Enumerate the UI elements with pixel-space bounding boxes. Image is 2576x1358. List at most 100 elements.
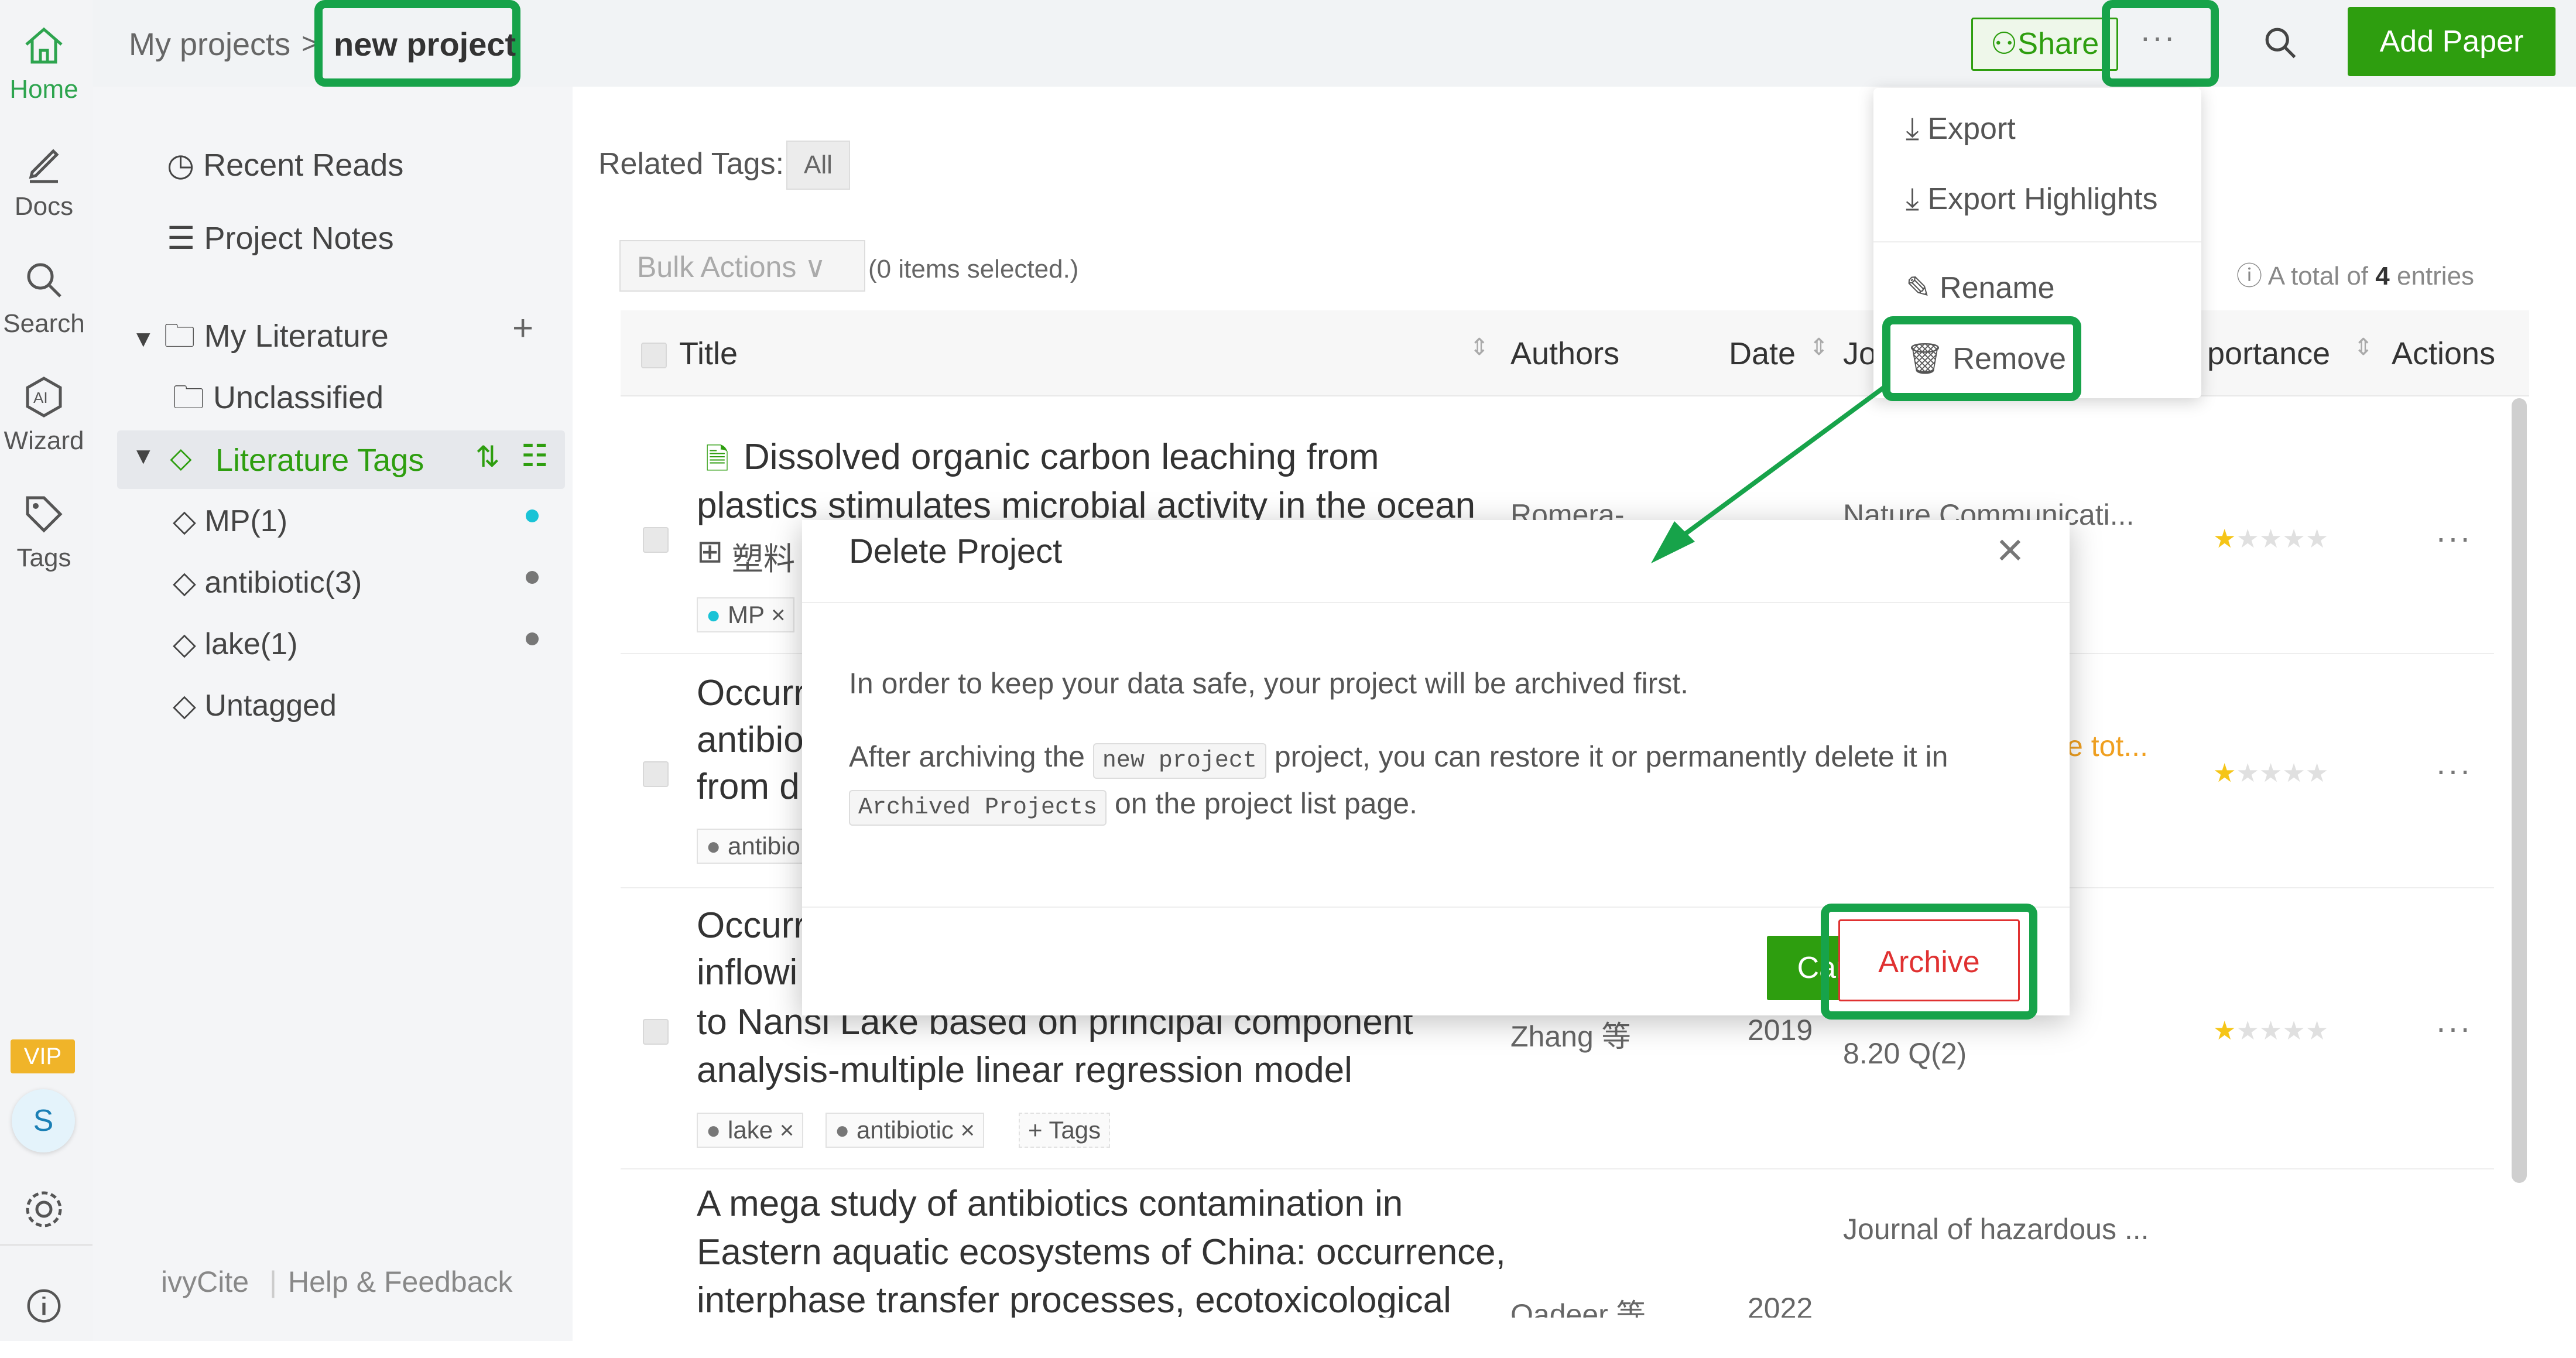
info-icon: ⓘ	[2236, 262, 2262, 290]
archive-button[interactable]: Archive	[1838, 919, 2020, 1001]
col-journal[interactable]: Jo	[1843, 336, 1876, 372]
project-notes-item[interactable]: ☰ Project Notes	[167, 220, 394, 256]
share-button[interactable]: ⚇Share	[1971, 18, 2118, 71]
ai-icon: AI	[26, 377, 62, 418]
nav-docs[interactable]: Docs	[0, 139, 88, 221]
row-date: 2022	[1748, 1292, 1813, 1318]
importance-rating[interactable]: ★★★★★	[2213, 758, 2328, 788]
col-title[interactable]: Title	[679, 336, 738, 372]
row-title-line[interactable]: Dissolved organic carbon leaching from	[744, 436, 1379, 478]
row-checkbox[interactable]	[643, 1019, 669, 1045]
more-button[interactable]: ···	[2140, 18, 2176, 56]
add-tag-button[interactable]: + Tags	[1019, 1113, 1111, 1148]
menu-export-highlights[interactable]: ⤓ Export Highlights	[1906, 182, 2158, 217]
sort-list-icon[interactable]: ☷	[521, 439, 549, 474]
tag-icon: ◇	[173, 627, 196, 661]
nav-wizard-label: Wizard	[4, 426, 84, 455]
row-tag-label: MP ×	[728, 601, 786, 628]
menu-divider	[1873, 241, 2201, 242]
tag-item-mp[interactable]: ◇ MP(1)	[173, 504, 287, 539]
tag-icon: ◇	[173, 689, 196, 723]
menu-export[interactable]: ⤓ Export	[1906, 111, 2016, 147]
related-tag-all[interactable]: All	[786, 141, 850, 190]
tag-item-lake[interactable]: ◇ lake(1)	[173, 627, 297, 662]
row-title-line[interactable]: Occurr	[697, 905, 806, 946]
recent-reads-item[interactable]: ◷ Recent Reads	[167, 146, 403, 183]
sort-icon[interactable]: ⇕	[2354, 334, 2373, 361]
menu-rename[interactable]: ✎ Rename	[1906, 271, 2055, 306]
table-scrollbar[interactable]	[2512, 398, 2527, 1183]
row-title-line[interactable]: from d	[697, 766, 800, 808]
row-tag-chip[interactable]: ● antibio	[697, 829, 810, 864]
tag-item-untagged[interactable]: ◇ Untagged	[173, 688, 337, 723]
breadcrumb-root[interactable]: My projects	[129, 26, 290, 63]
row-title-line[interactable]: inflowi	[697, 952, 797, 993]
tag-icon: ◇	[173, 566, 196, 600]
table-row[interactable]: A mega study of antibiotics contaminatio…	[621, 1168, 2494, 1318]
row-journal: 8.20 Q(2)	[1843, 1037, 1967, 1070]
tag-dot: ●	[706, 601, 721, 628]
row-tag-chip[interactable]: ● MP ×	[697, 597, 795, 632]
row-title-line[interactable]: Occurr	[697, 672, 806, 714]
col-date[interactable]: Date	[1729, 336, 1796, 372]
dialog-message-2: After archiving the new project project,…	[849, 740, 1948, 779]
nav-home[interactable]: Home	[0, 22, 88, 104]
importance-rating[interactable]: ★★★★★	[2213, 524, 2328, 554]
row-title-line[interactable]: interphase transfer processes, ecotoxico…	[697, 1280, 1451, 1318]
importance-rating[interactable]: ★★★★★	[2213, 1016, 2328, 1046]
row-checkbox[interactable]	[643, 761, 669, 787]
nav-wizard[interactable]: AI Wizard	[0, 374, 88, 456]
bulk-actions-select[interactable]: Bulk Actions ∨	[619, 240, 865, 292]
dialog-title: Delete Project	[849, 532, 1063, 570]
row-title-line[interactable]: antibio	[697, 719, 804, 761]
vip-badge[interactable]: VIP	[11, 1039, 75, 1073]
row-tag-chip[interactable]: ● lake ×	[697, 1113, 804, 1148]
add-paper-button[interactable]: Add Paper	[2348, 7, 2556, 76]
close-icon[interactable]: ×	[1996, 523, 2024, 577]
tag-dot: ●	[706, 1116, 721, 1144]
info-icon[interactable]	[23, 1285, 64, 1326]
row-journal: Journal of hazardous ...	[1843, 1213, 2149, 1246]
gear-icon[interactable]	[20, 1186, 67, 1233]
tag-color-dot	[526, 509, 539, 522]
related-tags-label: Related Tags:	[598, 147, 785, 181]
avatar[interactable]: S	[12, 1089, 75, 1152]
row-checkbox[interactable]	[643, 527, 669, 553]
literature-tags-label: Literature Tags	[215, 443, 424, 478]
search-icon[interactable]	[2260, 22, 2301, 63]
remove-highlight	[1882, 316, 2081, 401]
row-tag-chip[interactable]: ● antibiotic ×	[825, 1113, 985, 1148]
add-folder-icon[interactable]: +	[512, 307, 533, 349]
help-feedback-link[interactable]: Help & Feedback	[288, 1265, 513, 1299]
tag-label: antibiotic(3)	[204, 566, 362, 600]
row-title-line[interactable]: analysis-multiple linear regression mode…	[697, 1049, 1352, 1091]
literature-tags-item[interactable]: ▼ ⬦ Literature Tags ⇅ ☷	[117, 430, 565, 489]
tag-item-antibiotic[interactable]: ◇ antibiotic(3)	[173, 565, 362, 600]
nav-tags-label: Tags	[16, 543, 71, 572]
tag-label: MP(1)	[204, 504, 288, 538]
nav-search[interactable]: Search	[0, 256, 88, 338]
nav-tags[interactable]: Tags	[0, 491, 88, 573]
row-title-line[interactable]: Eastern aquatic ecosystems of China: occ…	[697, 1232, 1506, 1273]
tag-dot: ●	[706, 832, 721, 860]
breadcrumb-current[interactable]: new project	[334, 25, 516, 63]
row-actions-menu[interactable]: ···	[2435, 1008, 2472, 1046]
col-importance[interactable]: portance	[2207, 336, 2330, 372]
footer-divider: |	[269, 1265, 277, 1298]
my-literature-item[interactable]: ▼ 🗀 My Literature	[132, 313, 389, 367]
dialog-text: on the project list page.	[1114, 787, 1417, 820]
tag-dot: ●	[835, 1116, 850, 1144]
sort-icon[interactable]: ⇕	[1809, 334, 1829, 361]
row-actions-menu[interactable]: ···	[2435, 518, 2472, 556]
select-all-checkbox[interactable]	[641, 343, 667, 368]
row-date: 2019	[1748, 1014, 1813, 1046]
row-actions-menu[interactable]: ···	[2435, 751, 2472, 789]
dialog-text: After archiving the	[849, 740, 1085, 773]
unclassified-item[interactable]: 🗀 Unclassified	[173, 375, 383, 429]
footer-brand[interactable]: ivyCite	[161, 1265, 249, 1299]
col-authors[interactable]: Authors	[1510, 336, 1619, 372]
sort-az-icon[interactable]: ⇅	[475, 440, 500, 474]
total-suffix: entries	[2396, 262, 2475, 290]
row-title-line[interactable]: A mega study of antibiotics contaminatio…	[697, 1183, 1403, 1224]
sort-icon[interactable]: ⇕	[1469, 334, 1489, 361]
